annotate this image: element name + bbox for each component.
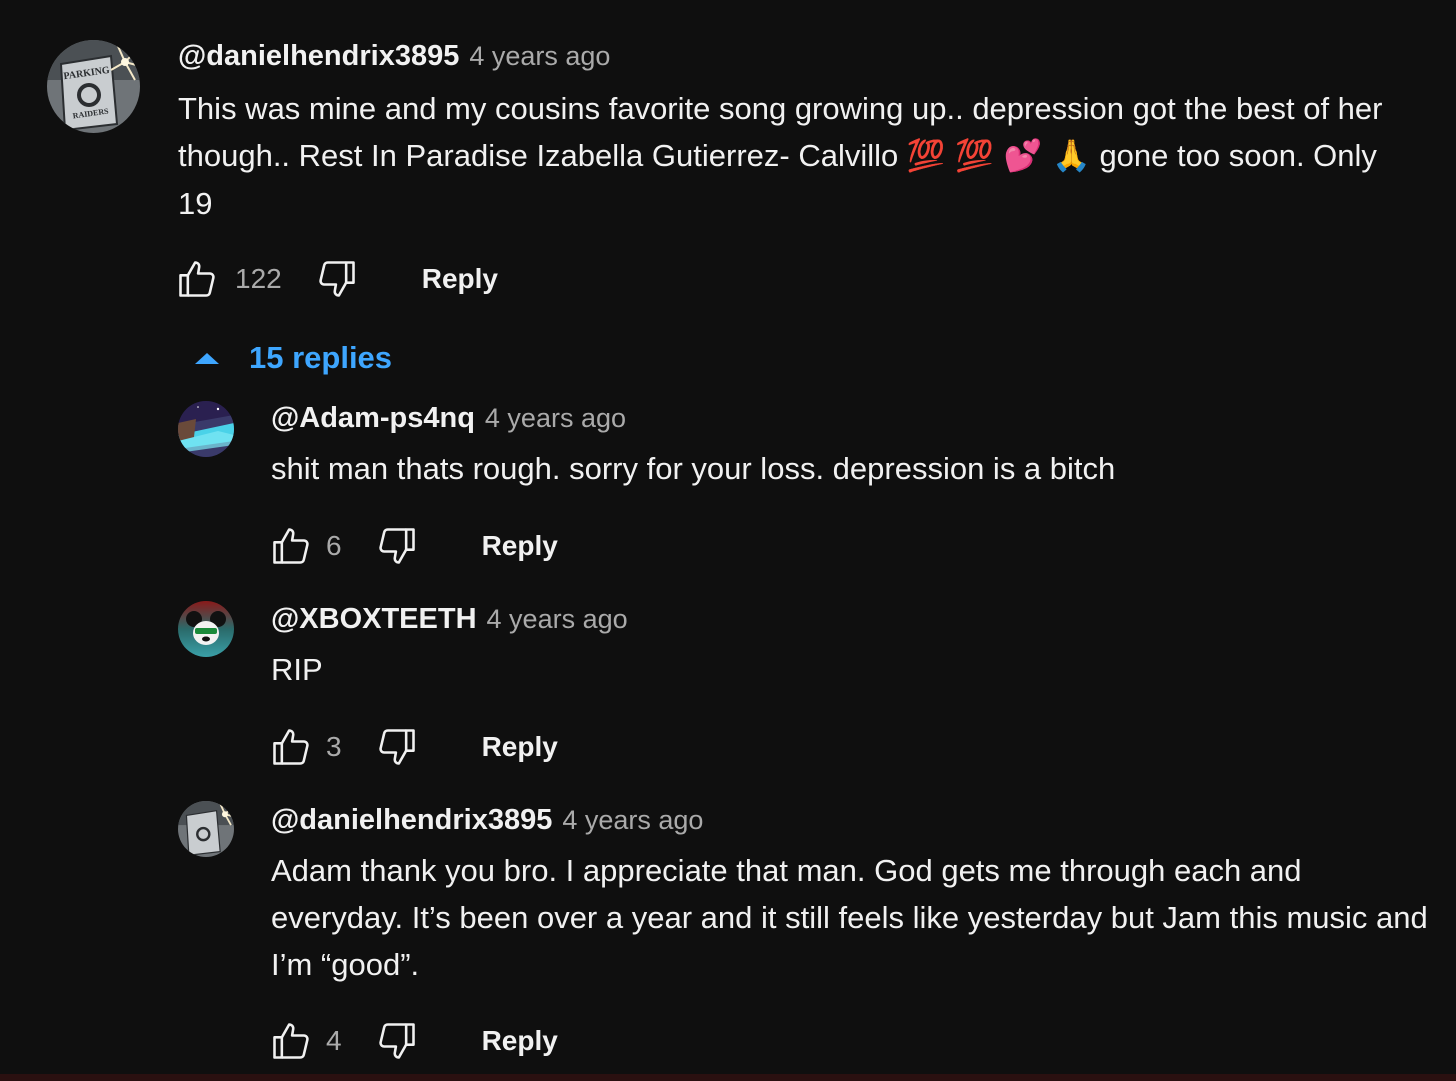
replies-count-label: 15 replies [249, 340, 393, 375]
dislike-button[interactable] [314, 256, 360, 302]
reply-body: @Adam-ps4nq 4 years ago shit man thats r… [271, 402, 1441, 492]
replies-toggle-button[interactable]: 15 replies [192, 336, 392, 380]
thumbs-down-icon [378, 729, 415, 765]
like-button[interactable] [174, 256, 220, 302]
reply-header: @danielhendrix3895 4 years ago [271, 804, 1441, 837]
dislike-button[interactable] [374, 724, 420, 770]
night-landscape-avatar[interactable] [178, 401, 234, 457]
reply-timestamp[interactable]: 4 years ago [487, 604, 628, 635]
reply-timestamp[interactable]: 4 years ago [562, 805, 703, 836]
dislike-button[interactable] [374, 523, 420, 569]
thumbs-down-icon [378, 1023, 415, 1059]
thumbs-up-icon [179, 261, 215, 297]
like-button[interactable] [268, 1018, 314, 1064]
comment-emojis: 💯 💯 💕 🙏 [906, 138, 1091, 174]
comment-timestamp[interactable]: 4 years ago [469, 41, 610, 72]
reply-actions: 6 Reply [268, 523, 558, 569]
reply-text: shit man thats rough. sorry for your los… [271, 451, 1116, 486]
comment-actions: 122 Reply [174, 256, 498, 302]
reply-button[interactable]: Reply [482, 1025, 558, 1057]
reply-timestamp[interactable]: 4 years ago [485, 403, 626, 434]
comment-text: This was mine and my cousins favorite so… [178, 85, 1418, 227]
like-count: 3 [326, 731, 342, 762]
reply-actions: 4 Reply [268, 1018, 558, 1064]
like-button[interactable] [268, 724, 314, 770]
thumbs-up-icon [273, 1023, 309, 1059]
raiders-parking-sign-avatar[interactable]: PARKING RAIDERS [47, 40, 140, 133]
reply-author[interactable]: @Adam-ps4nq [271, 402, 475, 435]
reply-text: Adam thank you bro. I appreciate that ma… [271, 853, 1428, 982]
like-count: 6 [326, 530, 342, 561]
like-count: 122 [235, 263, 282, 294]
like-count: 4 [326, 1025, 342, 1056]
comment-body: @danielhendrix3895 4 years ago This was … [178, 40, 1418, 227]
reply-actions: 3 Reply [268, 724, 558, 770]
thumbs-up-icon [273, 528, 309, 564]
comment-header: @danielhendrix3895 4 years ago [178, 40, 1418, 73]
cartoon-mouse-avatar[interactable] [178, 601, 234, 657]
reply-header: @Adam-ps4nq 4 years ago [271, 402, 1441, 435]
reply-body: @XBOXTEETH 4 years ago RIP [271, 603, 1441, 693]
dislike-button[interactable] [374, 1018, 420, 1064]
comment-thread: PARKING RAIDERS @danielhendrix3895 4 yea… [0, 0, 1456, 1081]
comment-author[interactable]: @danielhendrix3895 [178, 40, 459, 73]
reply-button[interactable]: Reply [422, 263, 498, 295]
like-button[interactable] [268, 523, 314, 569]
raiders-parking-sign-avatar[interactable] [178, 801, 234, 857]
caret-up-icon [195, 352, 219, 364]
reply-body: @danielhendrix3895 4 years ago Adam than… [271, 804, 1441, 988]
reply-button[interactable]: Reply [482, 530, 558, 562]
thumbs-down-icon [319, 261, 355, 297]
reply-author[interactable]: @danielhendrix3895 [271, 804, 552, 837]
reply-header: @XBOXTEETH 4 years ago [271, 603, 1441, 636]
thumbs-up-icon [273, 729, 309, 765]
reply-button[interactable]: Reply [482, 731, 558, 763]
thumbs-down-icon [378, 528, 415, 564]
window-bottom-edge [0, 1074, 1456, 1081]
reply-text: RIP [271, 652, 323, 687]
reply-author[interactable]: @XBOXTEETH [271, 603, 477, 636]
